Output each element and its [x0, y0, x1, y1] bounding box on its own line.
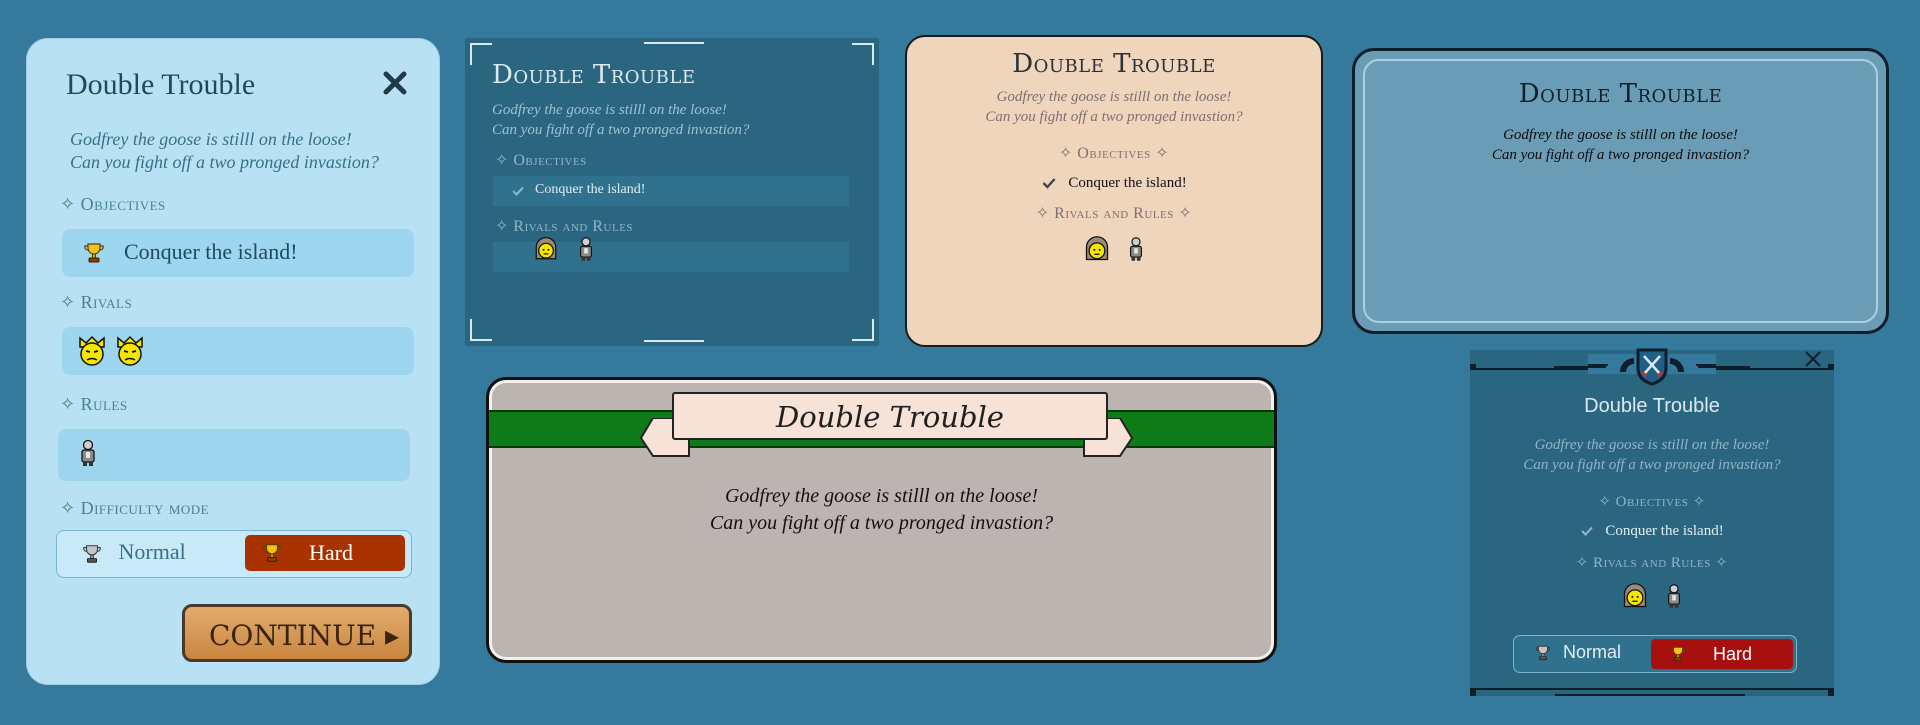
panel-dark-bracketed: Double Trouble Godfrey the goose is stil…	[465, 38, 879, 346]
bottom-rule	[1470, 688, 1834, 690]
rivals-rules-row	[907, 235, 1321, 263]
continue-button[interactable]: CONTINUE ▸	[182, 604, 412, 662]
objective-row: Conquer the island!	[907, 172, 1321, 192]
crest-line	[1698, 366, 1750, 368]
rule-end	[1828, 690, 1834, 696]
trophy-silver-icon	[81, 543, 103, 565]
panel-parchment: Double Trouble Godfrey the goose is stil…	[905, 35, 1323, 347]
trophy-silver-icon	[1534, 644, 1552, 662]
panel-glass-frame: Double Trouble Godfrey the goose is stil…	[1352, 48, 1889, 334]
bottom-bar	[1555, 694, 1745, 696]
panel-title: Double Trouble	[1518, 79, 1723, 109]
rule-end	[1470, 364, 1476, 370]
rivals-rules-row	[1470, 582, 1834, 610]
objectives-heading: ✧ Objectives	[495, 152, 587, 169]
frame-corner	[470, 319, 492, 341]
rivals-rules-heading: ✧ Rivals and Rules ✧	[1575, 555, 1729, 571]
close-icon[interactable]	[380, 68, 410, 98]
objective-text: Conquer the island!	[1068, 175, 1187, 191]
check-icon	[511, 184, 525, 198]
difficulty-hard-option[interactable]: Hard	[245, 535, 405, 571]
frame-bottom-bar	[644, 340, 704, 342]
difficulty-normal-option[interactable]: Normal	[1534, 642, 1621, 663]
mission-description: Godfrey the goose is stilll on the loose…	[1523, 437, 1781, 473]
mission-description: Godfrey the goose is stilll on the loose…	[985, 89, 1243, 125]
rules-heading: ✧ Rules	[60, 394, 128, 414]
difficulty-hard-option[interactable]: Hard	[1651, 639, 1793, 669]
woman-face-icon[interactable]	[1083, 235, 1111, 263]
check-icon	[1580, 524, 1594, 538]
mission-description: Godfrey the goose is stilll on the loose…	[492, 102, 750, 138]
objectives-heading: ✧ Objectives ✧	[1598, 494, 1706, 510]
king-face-icon[interactable]	[114, 335, 146, 367]
rivals-rules-heading: ✧ Rivals and Rules ✧	[1035, 205, 1193, 222]
frame-corner	[852, 43, 874, 65]
king-face-icon[interactable]	[76, 335, 108, 367]
rivals-rules-row	[493, 242, 849, 272]
mission-description: Godfrey the goose is stilll on the loose…	[1491, 127, 1750, 163]
frame-corner	[470, 43, 492, 65]
panel-title: Double Trouble	[1012, 49, 1216, 79]
woman-face-icon[interactable]	[533, 236, 559, 262]
title-ribbon: Double Trouble	[672, 392, 1108, 440]
objective-text: Conquer the island!	[535, 182, 646, 197]
panel-title: Double Trouble	[66, 68, 256, 101]
difficulty-selector: Normal Hard	[1513, 635, 1797, 673]
difficulty-normal-option[interactable]: Normal	[81, 539, 186, 565]
objective-row: Conquer the island!	[62, 229, 414, 277]
rule-end	[1828, 364, 1834, 370]
knight-icon[interactable]	[1665, 582, 1683, 610]
rivals-rules-heading: ✧ Rivals and Rules	[495, 218, 634, 235]
check-icon	[1041, 175, 1057, 191]
difficulty-heading: ✧ Difficulty mode	[60, 498, 210, 518]
trophy-gold-icon	[1669, 645, 1687, 663]
rivals-heading: ✧ Rivals	[60, 292, 133, 312]
frame-corner	[852, 319, 874, 341]
rivals-row	[62, 327, 414, 375]
objective-row: Conquer the island!	[493, 176, 849, 206]
rules-row	[58, 429, 410, 481]
objective-text: Conquer the island!	[124, 239, 298, 264]
close-icon[interactable]	[1804, 350, 1822, 372]
rule-end	[1470, 690, 1476, 696]
objective-text: Conquer the island!	[1605, 523, 1724, 539]
woman-face-icon[interactable]	[1621, 582, 1649, 610]
knight-icon[interactable]	[1127, 235, 1145, 263]
knight-icon[interactable]	[577, 236, 595, 262]
panel-crest: Double Trouble Godfrey the goose is stil…	[1470, 348, 1834, 696]
trophy-gold-icon	[82, 241, 106, 265]
panel-title: Double Trouble	[776, 400, 1004, 434]
knight-icon[interactable]	[78, 439, 98, 467]
mission-description: Godfrey the goose is stilll on the loose…	[70, 129, 379, 172]
mission-description: Godfrey the goose is stilll on the loose…	[709, 485, 1054, 534]
difficulty-selector: Normal Hard	[56, 530, 412, 578]
panel-ribbon-banner: Double Trouble Godfrey the goose is stil…	[486, 377, 1277, 663]
crossed-swords-crest-icon	[1620, 348, 1684, 386]
frame-top-bar	[644, 42, 704, 44]
panel-classic-light: Double Trouble Godfrey the goose is stil…	[26, 38, 440, 685]
crest-line	[1554, 366, 1606, 368]
objective-row: Conquer the island!	[1470, 520, 1834, 540]
panel-title: Double Trouble	[492, 60, 696, 90]
objectives-heading: ✧ Objectives	[60, 194, 166, 214]
trophy-gold-icon	[261, 542, 283, 564]
objectives-heading: ✧ Objectives ✧	[1058, 145, 1170, 162]
panel-title: Double Trouble	[1584, 395, 1720, 417]
